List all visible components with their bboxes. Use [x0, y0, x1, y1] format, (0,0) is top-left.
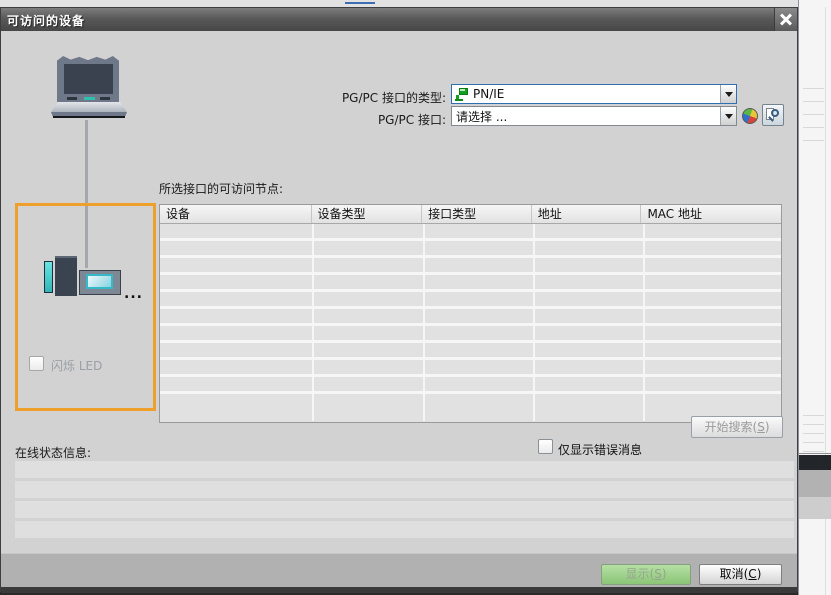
- laptop-base: [51, 102, 127, 112]
- table-header-row: 设备 设备类型 接口类型 地址 MAC 地址: [160, 205, 781, 224]
- dialog-title: 可访问的设备: [7, 12, 85, 29]
- column-separator: [423, 224, 425, 421]
- show-button[interactable]: 显示(S): [601, 564, 691, 585]
- column-separator: [643, 224, 645, 421]
- chevron-down-icon: [725, 114, 733, 123]
- errors-only-label: 仅显示错误消息: [558, 441, 642, 458]
- close-button[interactable]: [774, 8, 797, 31]
- interface-type-combobox[interactable]: PN/IE: [451, 84, 737, 104]
- table-row: [160, 258, 781, 275]
- show-label-suffix: ): [662, 567, 667, 581]
- start-search-hotkey: S: [757, 420, 765, 434]
- status-row: [15, 521, 794, 538]
- interface-value: 请选择 ...: [452, 108, 507, 125]
- cancel-hotkey: C: [748, 567, 756, 581]
- interface-type-dropdown-arrow[interactable]: [720, 85, 736, 103]
- background-row-line: [803, 127, 824, 128]
- background-row-line: [803, 114, 824, 115]
- plc-display-screen: [86, 274, 113, 289]
- dialog-bottom-edge: [1, 587, 797, 593]
- plc-device-icon: ...: [44, 256, 144, 298]
- pg-pc-laptop-icon: [51, 56, 127, 124]
- table-row: [160, 241, 781, 258]
- configure-interface-button[interactable]: [762, 104, 784, 126]
- table-row: [160, 360, 781, 377]
- flash-led-label: 闪烁 LED: [51, 357, 102, 374]
- background-row-line: [803, 433, 824, 434]
- selected-device-panel: ... 闪烁 LED: [15, 203, 156, 411]
- column-header-device-type[interactable]: 设备类型: [312, 205, 423, 223]
- plc-display-module: [79, 270, 121, 295]
- background-mid-band: [799, 497, 831, 519]
- status-row: [15, 501, 794, 518]
- table-row: [160, 224, 781, 241]
- plc-module: [55, 256, 77, 296]
- background-separator: [799, 453, 831, 454]
- table-row: [160, 309, 781, 326]
- background-tab-indicator: [345, 2, 375, 4]
- column-header-interface-type[interactable]: 接口类型: [422, 205, 532, 223]
- accessible-nodes-table: 设备 设备类型 接口类型 地址 MAC 地址: [159, 204, 782, 423]
- status-row: [15, 461, 794, 478]
- online-status-label: 在线状态信息:: [15, 444, 91, 461]
- device-ellipsis: ...: [124, 286, 143, 302]
- background-row-line: [803, 424, 824, 425]
- interface-type-label: PG/PC 接口的类型:: [281, 89, 446, 106]
- start-search-label-suffix: ): [765, 420, 770, 434]
- background-row-line: [803, 140, 824, 141]
- status-message-list: [15, 461, 794, 541]
- background-row-line: [803, 442, 824, 443]
- interface-type-value: PN/IE: [469, 87, 504, 101]
- column-header-device[interactable]: 设备: [160, 205, 312, 223]
- cancel-button[interactable]: 取消(C): [699, 564, 782, 585]
- flash-led-checkbox[interactable]: [29, 356, 44, 371]
- background-row-line: [803, 88, 824, 89]
- accessible-nodes-label: 所选接口的可访问节点:: [159, 180, 283, 197]
- pn-ie-network-icon: [455, 88, 469, 101]
- background-dark-bar: [799, 455, 831, 470]
- show-hotkey: S: [654, 567, 662, 581]
- pn-ie-highlight: [460, 89, 465, 91]
- table-row: [160, 275, 781, 292]
- plc-led-bar: [44, 261, 53, 293]
- column-separator: [312, 224, 314, 421]
- table-row: [160, 326, 781, 343]
- table-row: [160, 343, 781, 360]
- column-separator: [533, 224, 535, 421]
- cancel-label: 取消(: [720, 567, 749, 581]
- laptop-screen: [64, 64, 113, 94]
- column-header-address[interactable]: 地址: [532, 205, 642, 223]
- chevron-down-icon: [725, 92, 733, 101]
- accessible-devices-dialog: 可访问的设备 PG/PC 接口的类型:: [0, 7, 798, 592]
- laptop-shadow: [53, 116, 125, 118]
- magnifier-icon: [771, 109, 779, 117]
- interface-dropdown-arrow[interactable]: [720, 107, 736, 125]
- laptop-vent: [100, 97, 110, 100]
- pn-ie-base: [455, 99, 463, 101]
- show-label: 显示(: [626, 567, 655, 581]
- background-row-line: [803, 101, 824, 102]
- errors-only-checkbox[interactable]: [538, 439, 553, 454]
- background-app-right-strip: [798, 0, 831, 595]
- interface-label: PG/PC 接口:: [281, 111, 446, 128]
- background-row-line: [803, 415, 824, 416]
- screen: 可访问的设备 PG/PC 接口的类型:: [0, 0, 831, 595]
- background-gray-band: [799, 470, 831, 497]
- table-row: [160, 292, 781, 309]
- status-row: [15, 481, 794, 498]
- laptop-vent: [67, 97, 77, 100]
- cancel-label-suffix: ): [757, 567, 762, 581]
- start-search-label: 开始搜索(: [705, 420, 758, 434]
- laptop-led: [84, 97, 95, 100]
- dialog-titlebar[interactable]: 可访问的设备: [1, 8, 797, 31]
- background-app-top-strip: [0, 0, 798, 7]
- security-shield-icon: [742, 108, 758, 124]
- background-row-line: [803, 451, 824, 452]
- start-search-button[interactable]: 开始搜索(S): [691, 416, 783, 438]
- interface-combobox[interactable]: 请选择 ...: [451, 106, 737, 126]
- column-header-mac-address[interactable]: MAC 地址: [641, 205, 781, 223]
- table-row: [160, 377, 781, 394]
